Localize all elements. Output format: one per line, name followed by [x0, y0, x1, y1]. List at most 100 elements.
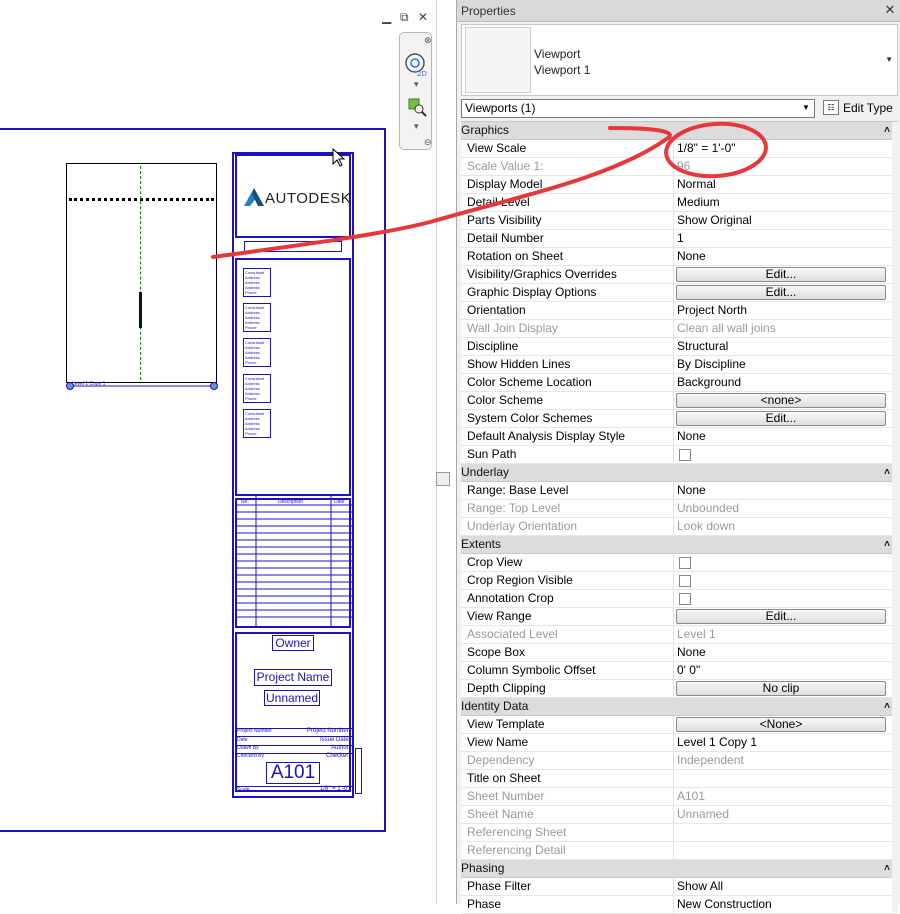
chevron-down-icon[interactable]: ▾ [414, 79, 419, 90]
property-row-hidden-lines[interactable]: Show Hidden Lines By Discipline [461, 356, 898, 374]
property-row-view-scale[interactable]: View Scale 1/8" = 1'-0" [461, 140, 898, 158]
property-row-detail-level[interactable]: Detail Level Medium [461, 194, 898, 212]
property-row-ref-sheet[interactable]: Referencing Sheet [461, 824, 898, 842]
property-row-sheet-number[interactable]: Sheet Number A101 [461, 788, 898, 806]
property-row-col-offset[interactable]: Column Symbolic Offset 0' 0" [461, 662, 898, 680]
property-row-rotation[interactable]: Rotation on Sheet None [461, 248, 898, 266]
property-row-sun-path[interactable]: Sun Path [461, 446, 898, 464]
property-value[interactable]: Project North [677, 302, 888, 319]
property-value[interactable]: 1/8" = 1'-0" [677, 140, 888, 157]
property-value[interactable]: None [677, 428, 888, 445]
collapse-caret-icon[interactable]: ˄ [884, 464, 890, 481]
property-row-sheet-name[interactable]: Sheet Name Unnamed [461, 806, 898, 824]
property-value[interactable]: 0' 0" [677, 662, 888, 679]
property-row-phase[interactable]: Phase New Construction [461, 896, 898, 914]
collapse-caret-icon[interactable]: ˄ [884, 860, 890, 877]
group-header-phasing[interactable]: Phasing ˄ [461, 860, 898, 878]
property-row-top-level[interactable]: Range: Top Level Unbounded [461, 500, 898, 518]
property-row-annotation-crop[interactable]: Annotation Crop [461, 590, 898, 608]
property-checkbox[interactable] [679, 575, 691, 587]
property-value[interactable]: Structural [677, 338, 888, 355]
property-row-view-name[interactable]: View Name Level 1 Copy 1 [461, 734, 898, 752]
steering-wheel-icon[interactable]: 2D [404, 51, 428, 79]
property-edit-button[interactable]: Edit... [676, 609, 886, 624]
property-checkbox[interactable] [679, 593, 691, 605]
property-row-display-model[interactable]: Display Model Normal [461, 176, 898, 194]
property-value[interactable]: None [677, 482, 888, 499]
zoom-region-icon[interactable] [407, 97, 427, 117]
property-checkbox[interactable] [679, 557, 691, 569]
property-value[interactable]: None [677, 248, 888, 265]
property-edit-button[interactable]: No clip [676, 681, 886, 696]
property-value[interactable]: New Construction [677, 896, 888, 913]
property-row-crop-view[interactable]: Crop View [461, 554, 898, 572]
property-row-scope-box[interactable]: Scope Box None [461, 644, 898, 662]
collapse-caret-icon[interactable]: ˄ [884, 698, 890, 715]
property-row-color-scheme[interactable]: Color Scheme <none> [461, 392, 898, 410]
property-grid-scrollbar[interactable] [892, 122, 898, 912]
property-edit-button[interactable]: <None> [676, 717, 886, 732]
minimize-icon[interactable]: ▁ [382, 10, 391, 24]
drawing-canvas[interactable]: ▁ ⧉ ✕ ⊗ 2D ▾ ▾ ⊖ Level 1 Copy 1 AUTODESK… [0, 0, 436, 904]
group-header-graphics[interactable]: Graphics ˄ [461, 122, 898, 140]
sheet-name-field: Unnamed [264, 690, 320, 706]
edit-type-button[interactable]: ☷ Edit Type [821, 98, 899, 118]
property-row-underlay-orient[interactable]: Underlay Orientation Look down [461, 518, 898, 536]
property-value[interactable]: 1 [677, 230, 888, 247]
property-row-analysis-style[interactable]: Default Analysis Display Style None [461, 428, 898, 446]
navbar-close-icon[interactable]: ⊗ [424, 35, 432, 46]
property-edit-button[interactable]: Edit... [676, 411, 886, 426]
property-edit-button[interactable]: Edit... [676, 267, 886, 282]
property-row-phase-filter[interactable]: Phase Filter Show All [461, 878, 898, 896]
viewport[interactable] [66, 163, 217, 383]
property-edit-button[interactable]: Edit... [676, 285, 886, 300]
property-row-title-on-sheet[interactable]: Title on Sheet [461, 770, 898, 788]
splitter-handle[interactable] [436, 472, 450, 486]
property-row-scale-value[interactable]: Scale Value 1: 96 [461, 158, 898, 176]
property-value[interactable]: By Discipline [677, 356, 888, 373]
property-row-crop-region[interactable]: Crop Region Visible [461, 572, 898, 590]
group-header-underlay[interactable]: Underlay ˄ [461, 464, 898, 482]
close-icon[interactable]: ✕ [883, 3, 897, 17]
property-row-graphic-display[interactable]: Graphic Display Options Edit... [461, 284, 898, 302]
restore-icon[interactable]: ⧉ [400, 10, 409, 24]
property-value[interactable] [677, 770, 888, 787]
property-row-detail-number[interactable]: Detail Number 1 [461, 230, 898, 248]
property-row-system-color[interactable]: System Color Schemes Edit... [461, 410, 898, 428]
property-row-base-level[interactable]: Range: Base Level None [461, 482, 898, 500]
property-row-discipline[interactable]: Discipline Structural [461, 338, 898, 356]
property-row-view-range[interactable]: View Range Edit... [461, 608, 898, 626]
collapse-caret-icon[interactable]: ˄ [884, 536, 890, 553]
property-value[interactable]: Normal [677, 176, 888, 193]
property-row-vg-overrides[interactable]: Visibility/Graphics Overrides Edit... [461, 266, 898, 284]
collapse-caret-icon[interactable]: ˄ [884, 122, 890, 139]
panel-splitter[interactable] [436, 0, 456, 904]
property-row-view-template[interactable]: View Template <None> [461, 716, 898, 734]
chevron-down-icon[interactable]: ▼ [801, 103, 811, 113]
property-value[interactable]: Show Original [677, 212, 888, 229]
group-header-identity[interactable]: Identity Data ˄ [461, 698, 898, 716]
close-icon[interactable]: ✕ [418, 10, 428, 24]
property-row-color-scheme-loc[interactable]: Color Scheme Location Background [461, 374, 898, 392]
property-row-assoc-level[interactable]: Associated Level Level 1 [461, 626, 898, 644]
group-header-extents[interactable]: Extents ˄ [461, 536, 898, 554]
property-label: Visibility/Graphics Overrides [467, 266, 674, 283]
type-selector[interactable]: Viewport Viewport 1 ▼ [461, 24, 898, 96]
property-row-dependency[interactable]: Dependency Independent [461, 752, 898, 770]
property-value[interactable]: None [677, 644, 888, 661]
property-row-depth-clip[interactable]: Depth Clipping No clip [461, 680, 898, 698]
chevron-down-icon[interactable]: ▾ [414, 121, 419, 132]
property-edit-button[interactable]: <none> [676, 393, 886, 408]
property-value[interactable]: Show All [677, 878, 888, 895]
property-value[interactable]: Background [677, 374, 888, 391]
property-value[interactable]: Medium [677, 194, 888, 211]
property-row-orientation[interactable]: Orientation Project North [461, 302, 898, 320]
property-row-ref-detail[interactable]: Referencing Detail [461, 842, 898, 860]
property-value[interactable]: Level 1 Copy 1 [677, 734, 888, 751]
property-row-parts-visibility[interactable]: Parts Visibility Show Original [461, 212, 898, 230]
instance-filter-dropdown[interactable]: Viewports (1) ▼ [461, 99, 815, 118]
property-row-wall-join[interactable]: Wall Join Display Clean all wall joins [461, 320, 898, 338]
chevron-down-icon[interactable]: ▼ [885, 55, 893, 64]
property-checkbox[interactable] [679, 449, 691, 461]
navbar-options-icon[interactable]: ⊖ [424, 137, 432, 148]
